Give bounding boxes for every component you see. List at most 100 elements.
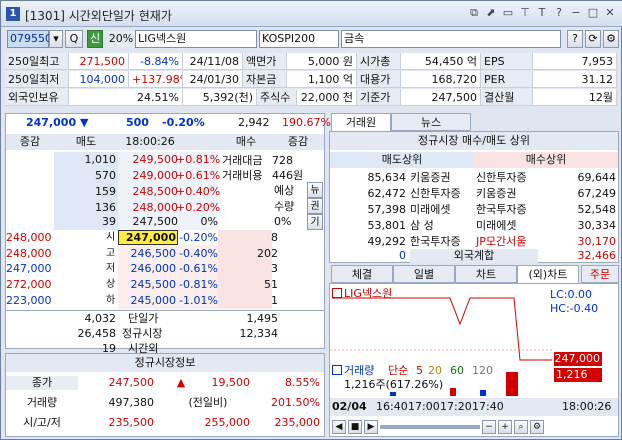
prev-icon[interactable]: ◀ (332, 420, 346, 434)
sell-broker[interactable]: 키움증권 (410, 171, 450, 185)
popup-icon[interactable]: ⬈ (484, 6, 498, 20)
total-ask: 4,032 (84, 312, 117, 325)
sell-qty: 49,292 (367, 235, 407, 248)
bid-qty: 202 (257, 247, 278, 260)
bid-price[interactable]: 247,000 (118, 231, 176, 245)
maximize-icon[interactable]: □ (586, 6, 600, 20)
code-dropdown-icon[interactable]: ▾ (49, 30, 63, 48)
refresh-icon[interactable]: ⟳ (585, 30, 601, 48)
chart-search-icon[interactable]: ⌕ (514, 420, 528, 434)
save-icon[interactable]: ▭ (501, 6, 515, 20)
ask-price[interactable]: 248,000 (118, 201, 179, 215)
buy-broker[interactable]: 미래에셋 (476, 219, 516, 233)
price-line (332, 297, 552, 361)
next-icon[interactable]: ▶ (364, 420, 378, 434)
ob-h-delta-bid: 증감 (287, 135, 309, 148)
ohl-label: 시/고/저 (23, 416, 61, 429)
tab-news[interactable]: 뉴스 (391, 113, 471, 131)
chart-panel: LIG넥스원 LC:0.00 HC:-0.40 247,000 거래량 단순 5… (329, 283, 619, 437)
window: 1 [1301] 시간외단일가 현재가 ⧉ ⬈ ▭ ⊤ T ? − □ ✕ 07… (0, 0, 622, 440)
label-par: 액면가 (243, 53, 287, 70)
ask-qty: 570 (95, 169, 116, 182)
label-substitute: 대용가 (357, 71, 401, 88)
bid-qty: 8 (271, 231, 278, 244)
down-arrow-icon: ▼ (80, 116, 89, 129)
price-change: 500 (126, 116, 149, 129)
buy-broker[interactable]: 신한투자증 (476, 171, 527, 185)
lower-limit: 223,000 (6, 294, 52, 307)
ask-price[interactable]: 248,500 (118, 185, 179, 199)
label-per[interactable]: PER (481, 71, 533, 88)
bid-price[interactable]: 246,000 (118, 262, 177, 276)
tab-order[interactable]: 주문 (581, 265, 619, 283)
sell-broker[interactable]: 한국투자증 (410, 235, 461, 249)
rights-button[interactable]: 권 (307, 198, 323, 214)
sell-qty: 62,472 (367, 187, 407, 200)
tab-chart[interactable]: 차트 (455, 265, 517, 283)
ask-price[interactable]: 249,500 (118, 153, 179, 167)
zoom-out-icon[interactable]: − (482, 420, 496, 434)
buy-broker[interactable]: 한국투자증 (476, 203, 527, 217)
tab-trades[interactable]: 체결 (331, 265, 393, 283)
trade-cost-label: 거래비용 (222, 169, 263, 182)
label-fiscal: 결산월 (481, 89, 533, 106)
sell-broker[interactable]: 신한투자증 (410, 187, 461, 201)
value-par: 5,000 원 (287, 53, 357, 70)
zoom-in-icon[interactable]: + (498, 420, 512, 434)
gear-icon[interactable]: ⚙ (603, 30, 619, 48)
chart-scrollbar[interactable] (380, 425, 480, 429)
ask-price[interactable]: 249,000 (118, 169, 179, 183)
time-tick: 16:40 (376, 400, 408, 413)
bid-price[interactable]: 245,500 (118, 278, 177, 292)
lower-label: 하 (106, 295, 116, 306)
help-button[interactable]: ? (567, 30, 583, 48)
minimize-icon[interactable]: − (569, 6, 583, 20)
sell-broker[interactable]: 삼 성 (410, 219, 434, 233)
news-button[interactable]: 뉴 (307, 182, 323, 198)
bid-price[interactable]: 245,000 (118, 294, 177, 308)
close-icon[interactable]: ✕ (603, 6, 617, 20)
value-shares: 22,000 천 (297, 89, 357, 106)
value-foreign-rate: 24.51% (69, 89, 183, 106)
single-price-label: 단일가 (128, 312, 159, 325)
value-foreign-qty: 5,392(천) (183, 89, 257, 106)
close-price: 247,500 (108, 376, 155, 389)
buy-broker[interactable]: JP모간서울 (476, 235, 526, 249)
pin-icon[interactable]: ⊤ (518, 6, 532, 20)
ask-price[interactable]: 247,500 (118, 215, 179, 229)
upper-limit: 272,000 (6, 278, 52, 291)
bid-price[interactable]: 246,500 (118, 247, 177, 261)
ob-divider (6, 310, 324, 311)
margin-rate: 20% (107, 31, 135, 47)
vs-prev-rate: 201.50% (271, 396, 320, 409)
low-label: 저 (106, 263, 116, 274)
search-button[interactable]: Q (65, 30, 83, 48)
label-eps[interactable]: EPS (481, 53, 533, 70)
volume-label-tag: 1,216 (554, 368, 602, 382)
stock-name: LIG넥스원 (135, 30, 257, 48)
link-icon[interactable]: ⧉ (467, 6, 481, 20)
tab-broker[interactable]: 거래원 (331, 113, 391, 131)
open-regular: 235,500 (108, 416, 155, 429)
help-icon[interactable]: ? (552, 6, 566, 20)
high-price: 248,000 (6, 247, 52, 260)
font-icon[interactable]: T (535, 6, 549, 20)
tab-daily[interactable]: 일별 (393, 265, 455, 283)
etc-button[interactable]: 기 (307, 214, 323, 230)
stock-code-input[interactable]: 079550 (7, 30, 52, 48)
label-250-low: 250일최저 (5, 71, 69, 88)
trade-cost: 446원 (272, 169, 304, 182)
sell-broker[interactable]: 미래에셋 (410, 203, 450, 217)
buy-qty: 30,334 (577, 219, 617, 232)
chart-settings-icon[interactable]: ⚙ (530, 420, 544, 434)
value-250-low: 104,000 (69, 71, 129, 88)
label-capital: 자본금 (243, 71, 287, 88)
buy-broker[interactable]: 키움증권 (476, 187, 516, 201)
tab-after-chart[interactable]: (외)차트 (517, 265, 579, 283)
buy-qty: 67,249 (577, 187, 617, 200)
order-book: 247,000 ▼ 500 -0.20% 2,942 190.67% 증감 매도… (5, 113, 331, 355)
ask-qty: 136 (95, 201, 116, 214)
open-price: 248,000 (6, 231, 52, 244)
price-rate: -0.20% (162, 116, 205, 129)
stop-icon[interactable]: ■ (348, 420, 362, 434)
